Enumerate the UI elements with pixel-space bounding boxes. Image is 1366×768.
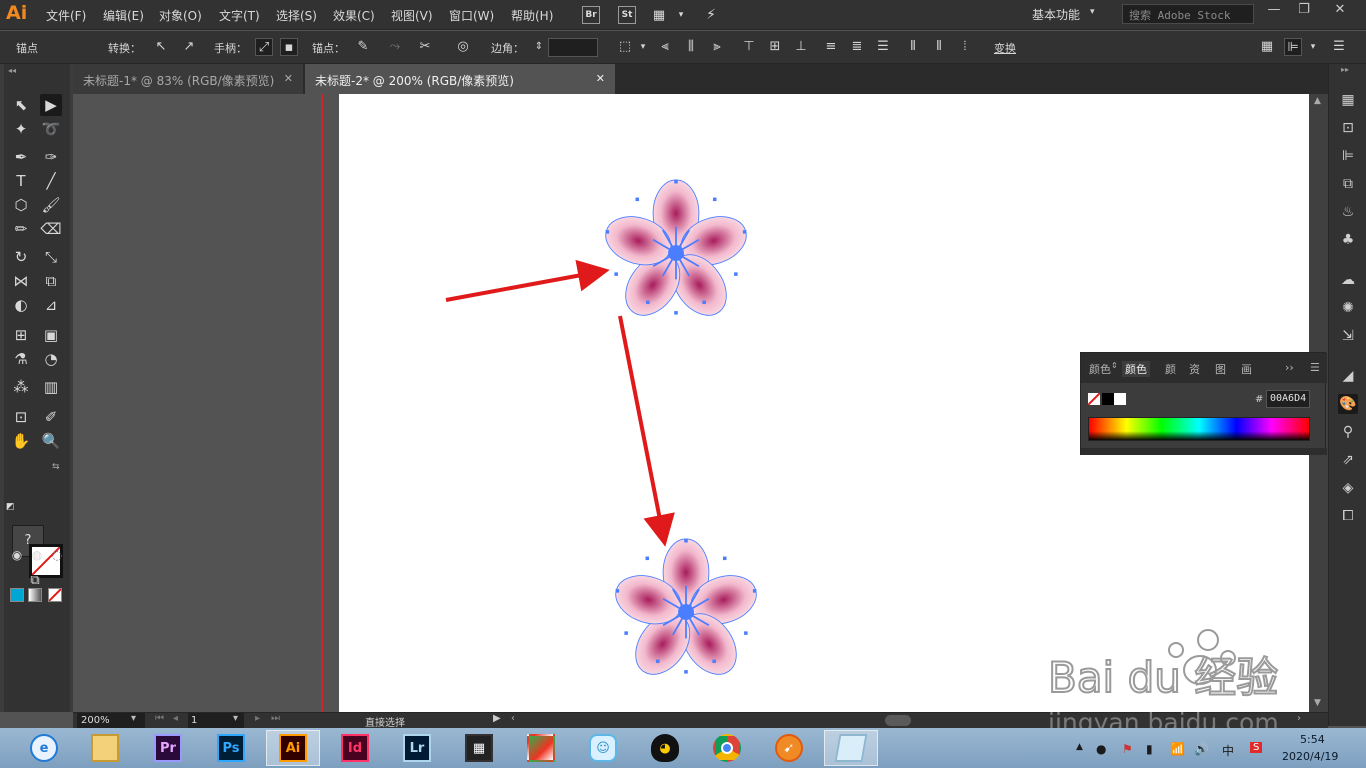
chevron-updown-icon[interactable]: ⇕ [1111, 361, 1118, 370]
panel-menu-icon[interactable]: ☰ [1310, 361, 1320, 374]
photoshop-icon: Ps [217, 734, 245, 762]
tray-volume-icon[interactable]: 🔊 [1194, 742, 1209, 756]
tray-battery-icon[interactable]: ▮ [1146, 742, 1153, 756]
taskbar-premiere[interactable]: Pr [141, 730, 195, 766]
status-menu-icon[interactable]: ▶ [493, 713, 501, 724]
indesign-icon: Id [341, 734, 369, 762]
tab-brushes[interactable]: 画 [1241, 361, 1252, 377]
taskbar-notes[interactable] [824, 730, 878, 766]
tab-color-guide[interactable]: 颜色 [1089, 361, 1111, 377]
chrome-icon [713, 734, 741, 762]
panel-resize-grip[interactable] [1081, 448, 1327, 455]
right-panel-dock: ▸▸ ▦ ⊡ ⊫ ⧉ ♨ ♣ ☁ ✺ ⇲ ◢ 🎨 ⚲ ⇗ ◈ ⧠ [1328, 64, 1366, 726]
chevron-down-icon[interactable]: ▾ [131, 713, 136, 724]
taskbar-video[interactable]: ▦ [452, 730, 506, 766]
flower-artwork-bottom[interactable] [608, 538, 764, 686]
symbols-panel-icon[interactable]: ♨ [1338, 202, 1358, 222]
none-swatch[interactable] [1088, 393, 1100, 405]
chevron-down-icon[interactable]: ▾ [233, 713, 238, 724]
hex-prefix: # [1255, 394, 1264, 405]
previous-artboard-icon[interactable]: ◂ [173, 713, 178, 724]
transform-panel-icon[interactable]: ⊡ [1338, 118, 1358, 138]
color-panel-icon[interactable]: 🎨 [1338, 394, 1358, 414]
pathfinder-icon[interactable]: ⧉ [1338, 174, 1358, 194]
clubs-symbol-icon[interactable]: ♣ [1338, 230, 1358, 250]
chrome-center-icon [721, 742, 733, 754]
color-guide-icon[interactable]: ⚲ [1338, 422, 1358, 442]
tab-graphic-styles[interactable]: 图 [1215, 361, 1226, 377]
game-icon [527, 734, 555, 762]
scroll-left-icon[interactable]: ‹ [511, 713, 515, 724]
annotation-arrow-1 [445, 259, 610, 302]
black-swatch[interactable] [1102, 393, 1114, 405]
cc-libraries-icon[interactable]: ☁ [1338, 270, 1358, 290]
tray-ime[interactable]: 中 [1222, 742, 1234, 759]
libraries-icon[interactable]: ▦ [1338, 90, 1358, 110]
taskbar-illustrator[interactable]: Ai [266, 730, 320, 766]
hex-color-input[interactable]: 00A6D4 [1266, 390, 1310, 408]
qq-pet-icon: ☺ [589, 734, 617, 762]
links-icon[interactable]: ⇗ [1338, 450, 1358, 470]
windows-taskbar: e Pr Ps Ai Id Lr ▦ ☺ ◕ ➹ [0, 728, 1366, 768]
annotation-arrow-2 [618, 315, 675, 547]
taskbar-explorer[interactable] [78, 730, 132, 766]
tab-assets[interactable]: 资 [1189, 361, 1200, 377]
more-tabs-icon[interactable]: ›› [1285, 361, 1294, 374]
first-artboard-icon[interactable]: ⏮ [155, 713, 164, 724]
tray-expand-icon[interactable]: ▲ [1076, 742, 1083, 752]
white-swatch[interactable] [1114, 393, 1126, 405]
gradient-panel-icon[interactable]: ◢ [1338, 366, 1358, 386]
baidu-jingyan-watermark: Bai du 经验 [1048, 629, 1279, 703]
qq-penguin-icon: ◕ [651, 734, 679, 762]
layers-icon[interactable]: ◈ [1338, 478, 1358, 498]
taskbar-chrome[interactable] [700, 730, 754, 766]
notes-icon [834, 734, 868, 762]
flower-artwork-top[interactable] [598, 179, 754, 327]
tray-qq-icon[interactable]: ● [1096, 742, 1106, 756]
color-panel: 颜色 ⇕ 颜色 颜 资 图 画 ›› ☰ # 00A6D4 [1080, 352, 1327, 455]
color-panel-tabs: 颜色 ⇕ 颜色 颜 资 图 画 ›› ☰ [1081, 353, 1327, 383]
tray-flag-icon[interactable]: ⚑ [1122, 742, 1133, 756]
taskbar-photoshop[interactable]: Ps [204, 730, 258, 766]
artboards-icon[interactable]: ⧠ [1338, 506, 1358, 526]
film-icon: ▦ [465, 734, 493, 762]
taskbar-qq[interactable]: ◕ [638, 730, 692, 766]
horizontal-scroll-thumb[interactable] [885, 715, 911, 726]
color-spectrum-bar[interactable] [1088, 417, 1310, 441]
tray-network-icon[interactable]: 📶 [1170, 742, 1185, 756]
expand-panels-icon[interactable]: ▸▸ [1341, 65, 1349, 74]
appearance-icon[interactable]: ✺ [1338, 298, 1358, 318]
premiere-icon: Pr [154, 734, 182, 762]
tray-sogou-icon[interactable]: S [1250, 742, 1263, 753]
next-artboard-icon[interactable]: ▸ [255, 713, 260, 724]
taskbar-indesign[interactable]: Id [328, 730, 382, 766]
align-panel-icon[interactable]: ⊫ [1338, 146, 1358, 166]
ie-icon: e [30, 734, 58, 762]
clock-time[interactable]: 5:54 [1300, 733, 1325, 746]
illustrator-icon: Ai [279, 734, 307, 762]
clock-date[interactable]: 2020/4/19 [1282, 750, 1338, 763]
taskbar-game[interactable] [514, 730, 568, 766]
current-tool-status: 直接选择 [365, 718, 405, 729]
export-assets-icon[interactable]: ⇲ [1338, 326, 1358, 346]
last-artboard-icon[interactable]: ⏭ [271, 713, 280, 724]
taskbar-ie[interactable]: e [17, 730, 71, 766]
scroll-right-icon[interactable]: › [1297, 713, 1301, 724]
lightroom-icon: Lr [403, 734, 431, 762]
taskbar-browser[interactable]: ➹ [762, 730, 816, 766]
tab-color[interactable]: 颜色 [1122, 361, 1150, 377]
taskbar-qq-pet[interactable]: ☺ [576, 730, 630, 766]
tab-color-themes[interactable]: 颜 [1165, 361, 1176, 377]
taskbar-lightroom[interactable]: Lr [390, 730, 444, 766]
watermark-logo-text: Bai du 经验 [1048, 653, 1278, 702]
folder-icon [91, 734, 119, 762]
browser-icon: ➹ [775, 734, 803, 762]
